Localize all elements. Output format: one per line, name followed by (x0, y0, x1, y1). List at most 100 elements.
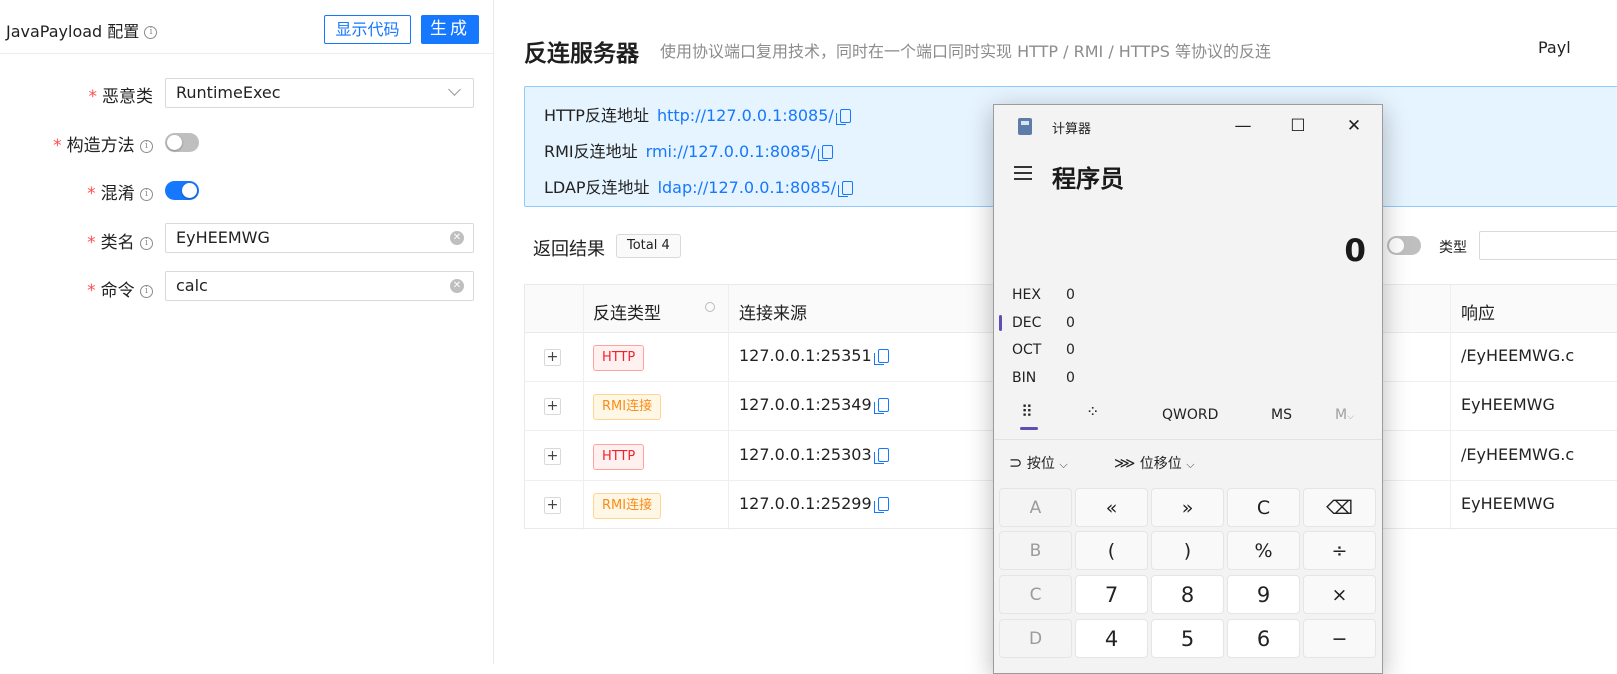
ldap-address-row: LDAP反连地址 ldap://127.0.0.1:8085/ (544, 174, 854, 198)
copy-icon[interactable] (873, 349, 889, 365)
key-divide[interactable]: ÷ (1303, 531, 1376, 570)
bitwise-dropdown[interactable]: ⊃ 按位 ⌵ (1009, 453, 1068, 473)
key-5[interactable]: 5 (1151, 619, 1224, 658)
key-8[interactable]: 8 (1151, 575, 1224, 614)
key-percent[interactable]: % (1227, 531, 1300, 570)
source-value: 127.0.0.1:25351 (739, 346, 872, 365)
bitshift-dropdown[interactable]: ⋙ 位移位 ⌵ (1114, 453, 1195, 473)
info-icon: i (140, 187, 153, 201)
required-mark: * (53, 136, 62, 156)
key-7[interactable]: 7 (1075, 575, 1148, 614)
required-mark: * (88, 87, 98, 107)
key-left-paren[interactable]: ( (1075, 531, 1148, 570)
calculator-window: 计算器 — ☐ ✕ 程序员 0 HEX 0 DEC 0 OCT 0 BIN 0 … (993, 104, 1383, 674)
key-a[interactable]: A (999, 488, 1072, 527)
type-filter-toggle[interactable] (1387, 236, 1421, 255)
results-total-badge: Total 4 (616, 234, 681, 258)
key-right-paren[interactable]: ) (1151, 531, 1224, 570)
copy-icon[interactable] (873, 497, 889, 513)
type-filter-input[interactable] (1479, 231, 1617, 260)
memory-list-button[interactable]: M⌵ (1335, 407, 1354, 423)
copy-icon[interactable] (873, 448, 889, 464)
command-label-text: 命令 (100, 281, 135, 301)
class-name-input[interactable]: EyHEEMWG ✕ (165, 223, 474, 253)
hamburger-menu-icon[interactable] (1014, 166, 1032, 180)
key-b[interactable]: B (999, 531, 1072, 570)
column-header-source[interactable]: 连接来源 (739, 299, 807, 324)
oct-value: 0 (1066, 342, 1075, 358)
copy-icon[interactable] (873, 398, 889, 414)
calculator-display: 0 (1344, 233, 1366, 269)
info-icon: i (144, 26, 158, 39)
expand-row-button[interactable]: + (544, 398, 561, 415)
class-name-value: EyHEEMWG (176, 228, 270, 247)
calculator-titlebar[interactable]: 计算器 — ☐ ✕ (994, 105, 1382, 145)
constructor-toggle[interactable] (165, 133, 199, 152)
dec-label[interactable]: DEC (1012, 315, 1041, 331)
clear-icon[interactable]: ✕ (450, 231, 464, 245)
bit-toggle-keypad-icon[interactable]: ⁘ (1086, 402, 1099, 421)
key-9[interactable]: 9 (1227, 575, 1300, 614)
bin-label[interactable]: BIN (1012, 370, 1036, 386)
expand-row-button[interactable]: + (544, 448, 561, 465)
maximize-button[interactable]: ☐ (1278, 113, 1318, 139)
key-backspace[interactable]: ⌫ (1303, 488, 1376, 527)
key-minus[interactable]: − (1303, 619, 1376, 658)
source-cell: 127.0.0.1:25303 (739, 445, 889, 464)
malicious-class-value: RuntimeExec (176, 83, 281, 102)
divider (994, 439, 1382, 440)
clear-icon[interactable]: ✕ (450, 279, 464, 293)
logic-gate-icon: ⊃ (1009, 453, 1023, 472)
word-size-button[interactable]: QWORD (1162, 407, 1218, 423)
hex-value: 0 (1066, 287, 1075, 303)
key-multiply[interactable]: × (1303, 575, 1376, 614)
oct-label[interactable]: OCT (1012, 342, 1041, 358)
hex-label[interactable]: HEX (1012, 287, 1041, 303)
key-4[interactable]: 4 (1075, 619, 1148, 658)
rmi-address-link[interactable]: rmi://127.0.0.1:8085/ (646, 142, 816, 161)
page-title: 反连服务器 (524, 41, 639, 67)
toggle-knob (182, 183, 197, 198)
expand-row-button[interactable]: + (544, 497, 561, 514)
copy-icon[interactable] (835, 109, 851, 125)
top-right-link[interactable]: Payl (1538, 38, 1571, 57)
response-cell: EyHEEMWG (1461, 395, 1555, 414)
command-input[interactable]: calc ✕ (165, 271, 474, 301)
chevron-down-icon: ⌵ (1059, 458, 1068, 471)
copy-icon[interactable] (818, 145, 833, 161)
key-d[interactable]: D (999, 619, 1072, 658)
generate-button[interactable]: 生成 (421, 15, 479, 44)
required-mark: * (87, 184, 96, 204)
http-address-label: HTTP反连地址 (544, 106, 649, 125)
malicious-class-select[interactable]: RuntimeExec (165, 78, 474, 108)
calculator-app-icon (1018, 118, 1032, 135)
key-6[interactable]: 6 (1227, 619, 1300, 658)
http-address-link[interactable]: http://127.0.0.1:8085/ (657, 106, 834, 125)
full-keypad-icon[interactable]: ⠿ (1021, 402, 1033, 421)
malicious-class-label-text: 恶意类 (102, 87, 153, 107)
key-left-shift[interactable]: « (1075, 488, 1148, 527)
panel-title-text: JavaPayload 配置 (6, 22, 140, 41)
bitshift-label: 位移位 (1139, 456, 1182, 472)
search-icon[interactable] (705, 302, 715, 312)
obfuscate-toggle[interactable] (165, 181, 199, 200)
obfuscate-label-text: 混淆 (100, 184, 135, 204)
dec-value: 0 (1066, 315, 1075, 331)
key-clear[interactable]: C (1227, 488, 1300, 527)
column-header-response[interactable]: 响应 (1461, 299, 1495, 324)
show-code-button[interactable]: 显示代码 (324, 15, 411, 44)
selected-radix-marker (999, 315, 1002, 331)
memory-store-button[interactable]: MS (1271, 407, 1292, 423)
key-right-shift[interactable]: » (1151, 488, 1224, 527)
response-cell: EyHEEMWG (1461, 494, 1555, 513)
key-c[interactable]: C (999, 575, 1072, 614)
expand-row-button[interactable]: + (544, 349, 561, 366)
type-tag: HTTP (593, 345, 645, 371)
minimize-button[interactable]: — (1223, 113, 1263, 139)
close-button[interactable]: ✕ (1334, 113, 1374, 139)
payload-config-panel: JavaPayload 配置 i 显示代码 生成 * 恶意类 RuntimeExe… (0, 0, 494, 664)
copy-icon[interactable] (838, 181, 854, 197)
ldap-address-link[interactable]: ldap://127.0.0.1:8085/ (658, 178, 837, 197)
source-cell: 127.0.0.1:25351 (739, 346, 889, 365)
column-header-type[interactable]: 反连类型 (593, 299, 661, 324)
